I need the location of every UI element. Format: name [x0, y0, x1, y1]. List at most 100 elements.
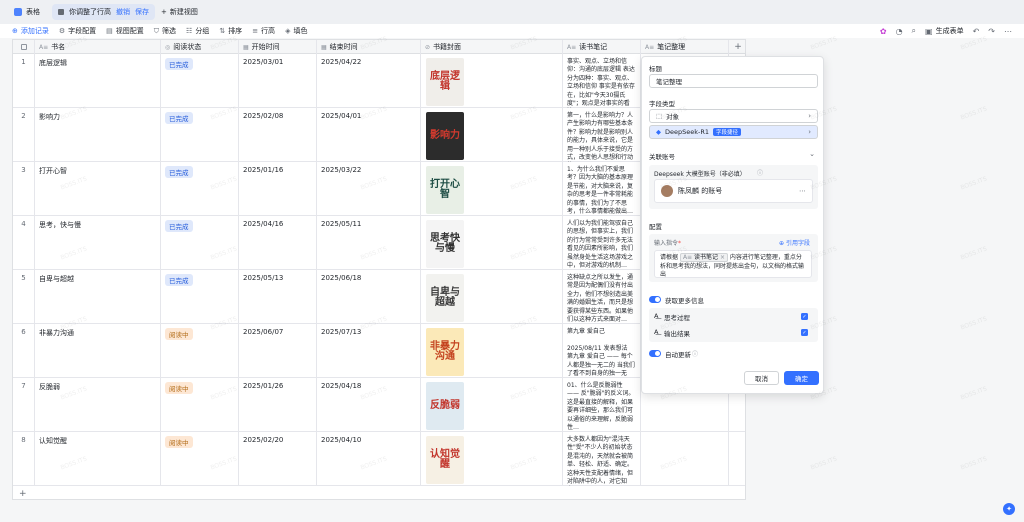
notes-cell[interactable]: 第一，什么是影响力？人产生影响力有哪些基本条件？影响力就是影响别人的能力，具体来… [563, 108, 641, 162]
instruction-textarea[interactable]: 请根据 A≡ 读书笔记 × 内容进行笔记整理，重点分析和思考我的想法，同时提炼出… [654, 250, 812, 278]
end-date-cell[interactable]: 2025/04/01 [317, 108, 421, 162]
more-icon[interactable]: ⋯ [799, 187, 806, 195]
book-cover-image[interactable]: 反脆弱 [426, 382, 464, 430]
cancel-button[interactable]: 取消 [744, 371, 779, 385]
notes-cell[interactable]: 事实、观点、立场和信仰：沟通的底层逻辑 表达分为四种：事实、观点、立场和信仰 事… [563, 54, 641, 108]
title-cell[interactable]: 思考，快与慢 [35, 216, 161, 270]
status-cell[interactable]: 阅读中 [161, 432, 239, 486]
filter-button[interactable]: ⛉ 筛选 [154, 26, 176, 36]
summary-cell[interactable] [641, 432, 729, 486]
status-cell[interactable]: 阅读中 [161, 378, 239, 432]
table-row[interactable]: 5 自卑与超越 已完成 2025/05/13 2025/06/18 自卑与超越 这种缺点之所… [13, 270, 745, 324]
start-date-cell[interactable]: 2025/05/13 [239, 270, 317, 324]
group-button[interactable]: ☷ 分组 [186, 26, 209, 36]
title-input[interactable]: 笔记整理 [649, 74, 818, 88]
add-record-button[interactable]: ⊕ 添加记录 [12, 26, 49, 36]
table-row[interactable]: 7 反脆弱 阅读中 2025/01/26 2025/04/18 反脆弱 01、什么是反脆弱性… [13, 378, 745, 432]
discard-link[interactable]: 撤销 [116, 7, 130, 17]
book-cover-image[interactable]: 打开心智 [426, 166, 464, 214]
end-date-cell[interactable]: 2025/04/22 [317, 54, 421, 108]
end-date-cell[interactable]: 2025/03/22 [317, 162, 421, 216]
view-config-button[interactable]: ▤ 视图配置 [106, 26, 144, 36]
thinking-checkbox[interactable]: ✓ [801, 313, 808, 320]
book-cover-image[interactable]: 影响力 [426, 112, 464, 160]
add-row-button[interactable]: + [19, 489, 27, 499]
start-date-cell[interactable]: 2025/02/08 [239, 108, 317, 162]
status-cell[interactable]: 已完成 [161, 108, 239, 162]
status-cell[interactable]: 阅读中 [161, 324, 239, 378]
table-row[interactable]: 6 非暴力沟通 阅读中 2025/06/07 2025/07/13 非暴力沟通 第九章 爱自… [13, 324, 745, 378]
model-select[interactable]: ◆ DeepSeek-R1 字段捷径 › [649, 125, 818, 139]
end-date-cell[interactable]: 2025/04/18 [317, 378, 421, 432]
generate-form-button[interactable]: ▣ 生成表单 [925, 26, 964, 36]
fill-color-button[interactable]: ◈ 填色 [285, 26, 307, 36]
start-date-cell[interactable]: 2025/06/07 [239, 324, 317, 378]
table-row[interactable]: 3 打开心智 已完成 2025/01/16 2025/03/22 打开心智 1、为什么我们不… [13, 162, 745, 216]
notes-cell[interactable]: 1、为什么我们不爱思考？因为大脑的基本原理是节能，对大脑来说，复杂的思考是一件非… [563, 162, 641, 216]
tab-current-view[interactable]: 你调整了行高 撤销 保存 [52, 4, 155, 20]
notes-cell[interactable]: 人们以为我们能驾驭自己的思想，但事实上，我们的行为常常受到许多无法看见的因素所影… [563, 216, 641, 270]
title-cell[interactable]: 影响力 [35, 108, 161, 162]
sort-button[interactable]: ⇅ 排序 [219, 26, 242, 36]
notes-cell[interactable]: 大多数人都因为"混沌天性"受"不少人的初始状态是混沌的，天然就会被简单、轻松、舒… [563, 432, 641, 486]
auto-update-toggle[interactable] [649, 350, 661, 357]
cover-cell[interactable]: 认知觉醒 [421, 432, 563, 486]
title-cell[interactable]: 打开心智 [35, 162, 161, 216]
save-link[interactable]: 保存 [135, 7, 149, 17]
column-header-end[interactable]: ▦ 结束时间 [317, 40, 421, 54]
column-header-status[interactable]: ◎ 阅读状态 [161, 40, 239, 54]
sparkle-icon[interactable]: ✦ [1003, 503, 1015, 515]
column-header-cover[interactable]: ⊘ 书籍封面 [421, 40, 563, 54]
select-all-checkbox[interactable] [13, 40, 35, 54]
notes-cell[interactable]: 01、什么是反脆弱性 —— 反"脆弱"的反义词。这是最直接的解释，如果要再详细些… [563, 378, 641, 432]
cover-cell[interactable]: 反脆弱 [421, 378, 563, 432]
new-view-button[interactable]: + 新建视图 [161, 7, 198, 17]
start-date-cell[interactable]: 2025/03/01 [239, 54, 317, 108]
notes-cell[interactable]: 这种缺点之所以发生，通常是因为配偶们没有付出全力，他们不想创造出美满的婚姻生活，… [563, 270, 641, 324]
cover-cell[interactable]: 底层逻辑 [421, 54, 563, 108]
book-cover-image[interactable]: 底层逻辑 [426, 58, 464, 106]
tab-table[interactable]: 表格 [8, 4, 46, 20]
end-date-cell[interactable]: 2025/04/10 [317, 432, 421, 486]
field-type-select[interactable]: ⬚ 对象 › [649, 109, 818, 123]
more-icon[interactable]: ⋯ [1004, 27, 1012, 36]
chevron-down-icon[interactable]: ⌄ [809, 150, 815, 158]
field-chip[interactable]: A≡ 读书笔记 × [679, 253, 728, 262]
more-info-toggle[interactable] [649, 296, 661, 303]
start-date-cell[interactable]: 2025/02/20 [239, 432, 317, 486]
book-cover-image[interactable]: 非暴力沟通 [426, 328, 464, 376]
cover-cell[interactable]: 打开心智 [421, 162, 563, 216]
close-icon[interactable]: × [720, 254, 725, 261]
start-date-cell[interactable]: 2025/01/26 [239, 378, 317, 432]
column-header-notes[interactable]: A≡ 读书笔记 [563, 40, 641, 54]
title-cell[interactable]: 自卑与超越 [35, 270, 161, 324]
title-cell[interactable]: 底层逻辑 [35, 54, 161, 108]
table-row[interactable]: 2 影响力 已完成 2025/02/08 2025/04/01 影响力 第一，什么是影响力？… [13, 108, 745, 162]
book-cover-image[interactable]: 认知觉醒 [426, 436, 464, 484]
status-cell[interactable]: 已完成 [161, 54, 239, 108]
table-row[interactable]: 4 思考，快与慢 已完成 2025/04/16 2025/05/11 思考快与慢 人们以为我… [13, 216, 745, 270]
status-cell[interactable]: 已完成 [161, 270, 239, 324]
column-header-start[interactable]: ▦ 开始时间 [239, 40, 317, 54]
confirm-button[interactable]: 确定 [784, 371, 819, 385]
cover-cell[interactable]: 影响力 [421, 108, 563, 162]
status-cell[interactable]: 已完成 [161, 162, 239, 216]
output-checkbox[interactable]: ✓ [801, 329, 808, 336]
title-cell[interactable]: 非暴力沟通 [35, 324, 161, 378]
reference-field-button[interactable]: ⊕ 引用字段 [779, 238, 810, 247]
status-cell[interactable]: 已完成 [161, 216, 239, 270]
title-cell[interactable]: 认知觉醒 [35, 432, 161, 486]
cover-cell[interactable]: 思考快与慢 [421, 216, 563, 270]
end-date-cell[interactable]: 2025/07/13 [317, 324, 421, 378]
column-header-summary[interactable]: A≡ 笔记整理 [641, 40, 729, 54]
redo-icon[interactable]: ↷ [988, 27, 995, 36]
account-item[interactable]: 陈凤麟 的账号 ⋯ [654, 179, 813, 203]
undo-icon[interactable]: ↶ [973, 27, 980, 36]
ai-assistant-icon[interactable]: ✿ [880, 27, 887, 36]
table-row[interactable]: 8 认知觉醒 阅读中 2025/02/20 2025/04/10 认知觉醒 大多数人都因为"… [13, 432, 745, 486]
cover-cell[interactable]: 非暴力沟通 [421, 324, 563, 378]
book-cover-image[interactable]: 自卑与超越 [426, 274, 464, 322]
book-cover-image[interactable]: 思考快与慢 [426, 220, 464, 268]
start-date-cell[interactable]: 2025/01/16 [239, 162, 317, 216]
search-icon[interactable]: ⌕ [912, 26, 916, 36]
